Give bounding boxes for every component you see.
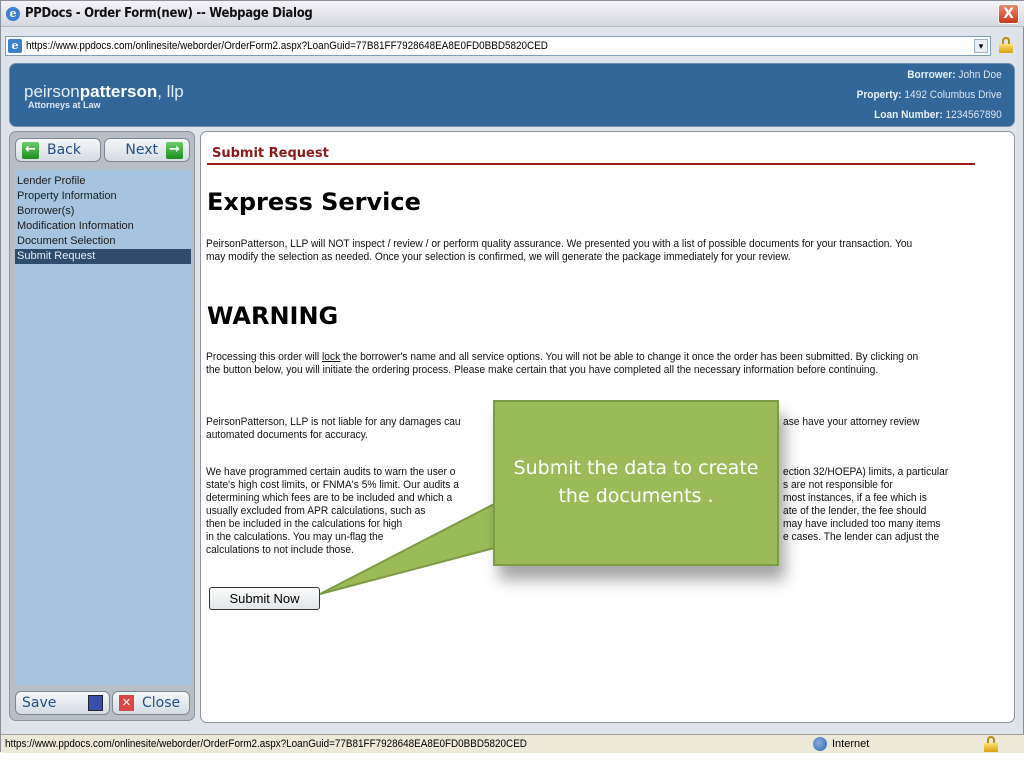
callout-tooltip: Submit the data to create the documents … [493, 400, 779, 566]
callout-pointer [319, 468, 602, 595]
